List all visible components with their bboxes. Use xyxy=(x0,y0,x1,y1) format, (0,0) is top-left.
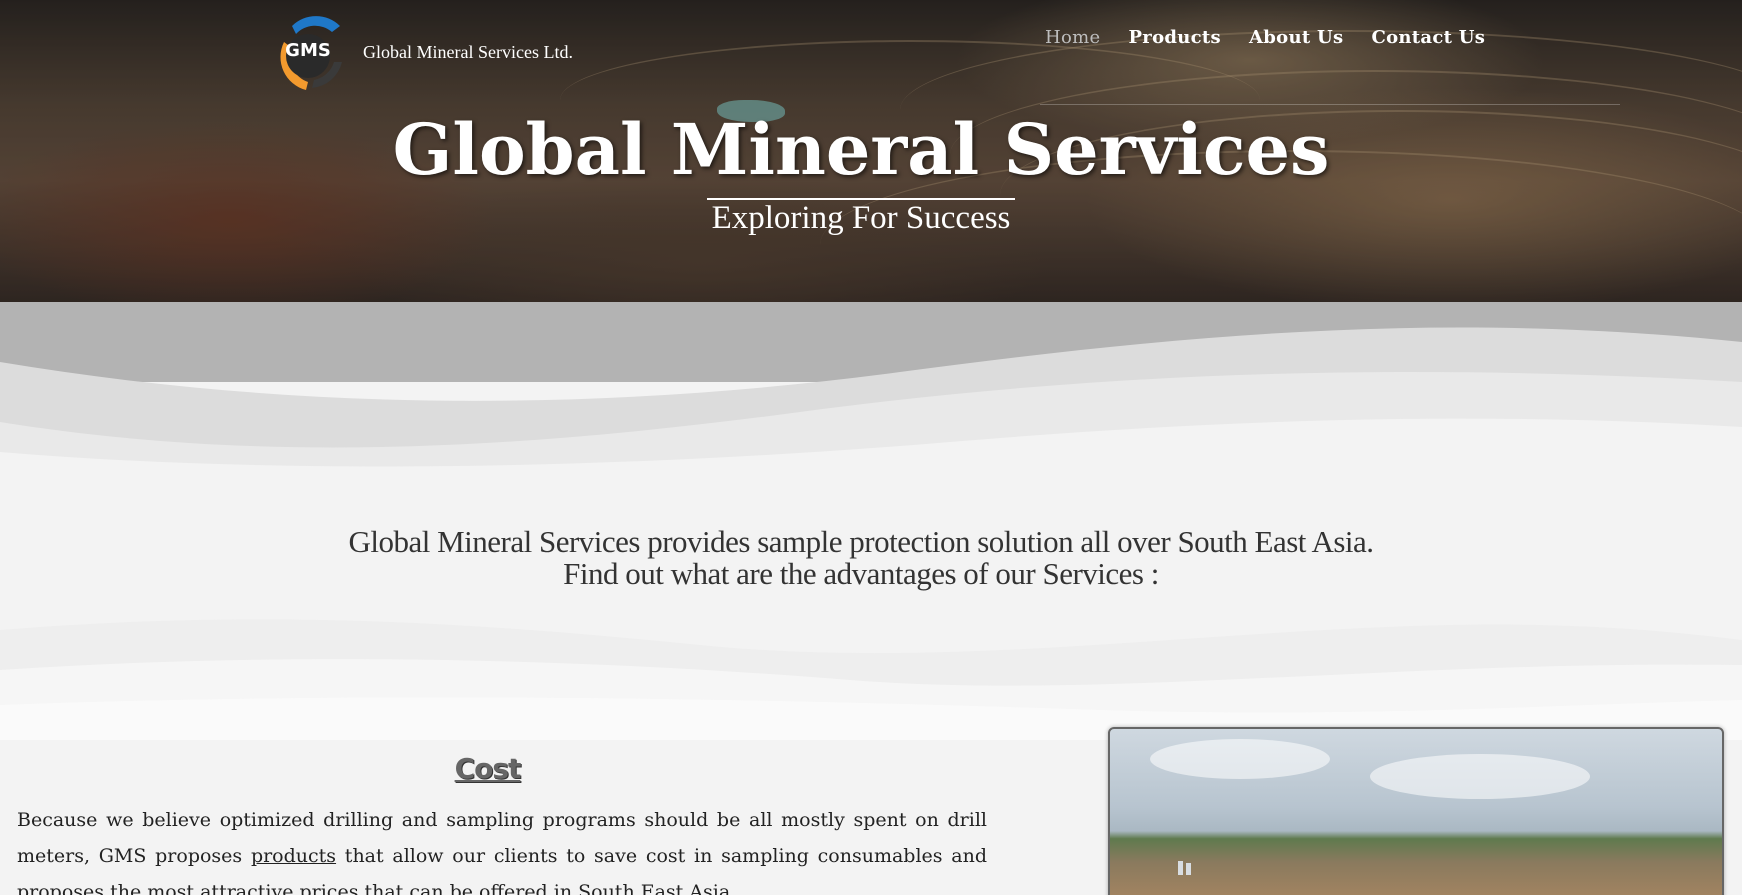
logo[interactable]: GMS xyxy=(262,12,350,90)
products-link[interactable]: products xyxy=(251,845,336,867)
cloud-shape xyxy=(1150,739,1330,779)
cost-paragraph: Because we believe optimized drilling an… xyxy=(17,802,987,895)
hero-banner: GMS Global Mineral Services Ltd. Home Pr… xyxy=(0,0,1742,302)
intro-line-2: Find out what are the advantages of our … xyxy=(563,556,1159,591)
hero-subtitle: Exploring For Success xyxy=(707,198,1015,236)
nav-divider xyxy=(1040,104,1620,105)
hero-title: Global Mineral Services xyxy=(392,108,1330,191)
chimney-shape xyxy=(1186,863,1191,875)
mine-photo xyxy=(1108,727,1724,895)
logo-text: GMS xyxy=(285,40,331,61)
wave-divider-top xyxy=(0,302,1742,482)
company-name: Global Mineral Services Ltd. xyxy=(363,42,573,62)
cost-heading: Cost xyxy=(454,752,522,785)
wave-divider-bottom xyxy=(0,619,1742,740)
main-nav: Home Products About Us Contact Us xyxy=(1045,27,1513,48)
intro-text: Global Mineral Services provides sample … xyxy=(0,526,1722,590)
nav-home[interactable]: Home xyxy=(1045,27,1100,48)
nav-products[interactable]: Products xyxy=(1128,27,1221,48)
chimney-shape xyxy=(1178,861,1183,875)
cloud-shape xyxy=(1370,754,1590,799)
nav-about-us[interactable]: About Us xyxy=(1249,27,1343,48)
nav-contact-us[interactable]: Contact Us xyxy=(1371,27,1485,48)
intro-line-1: Global Mineral Services provides sample … xyxy=(348,524,1374,559)
